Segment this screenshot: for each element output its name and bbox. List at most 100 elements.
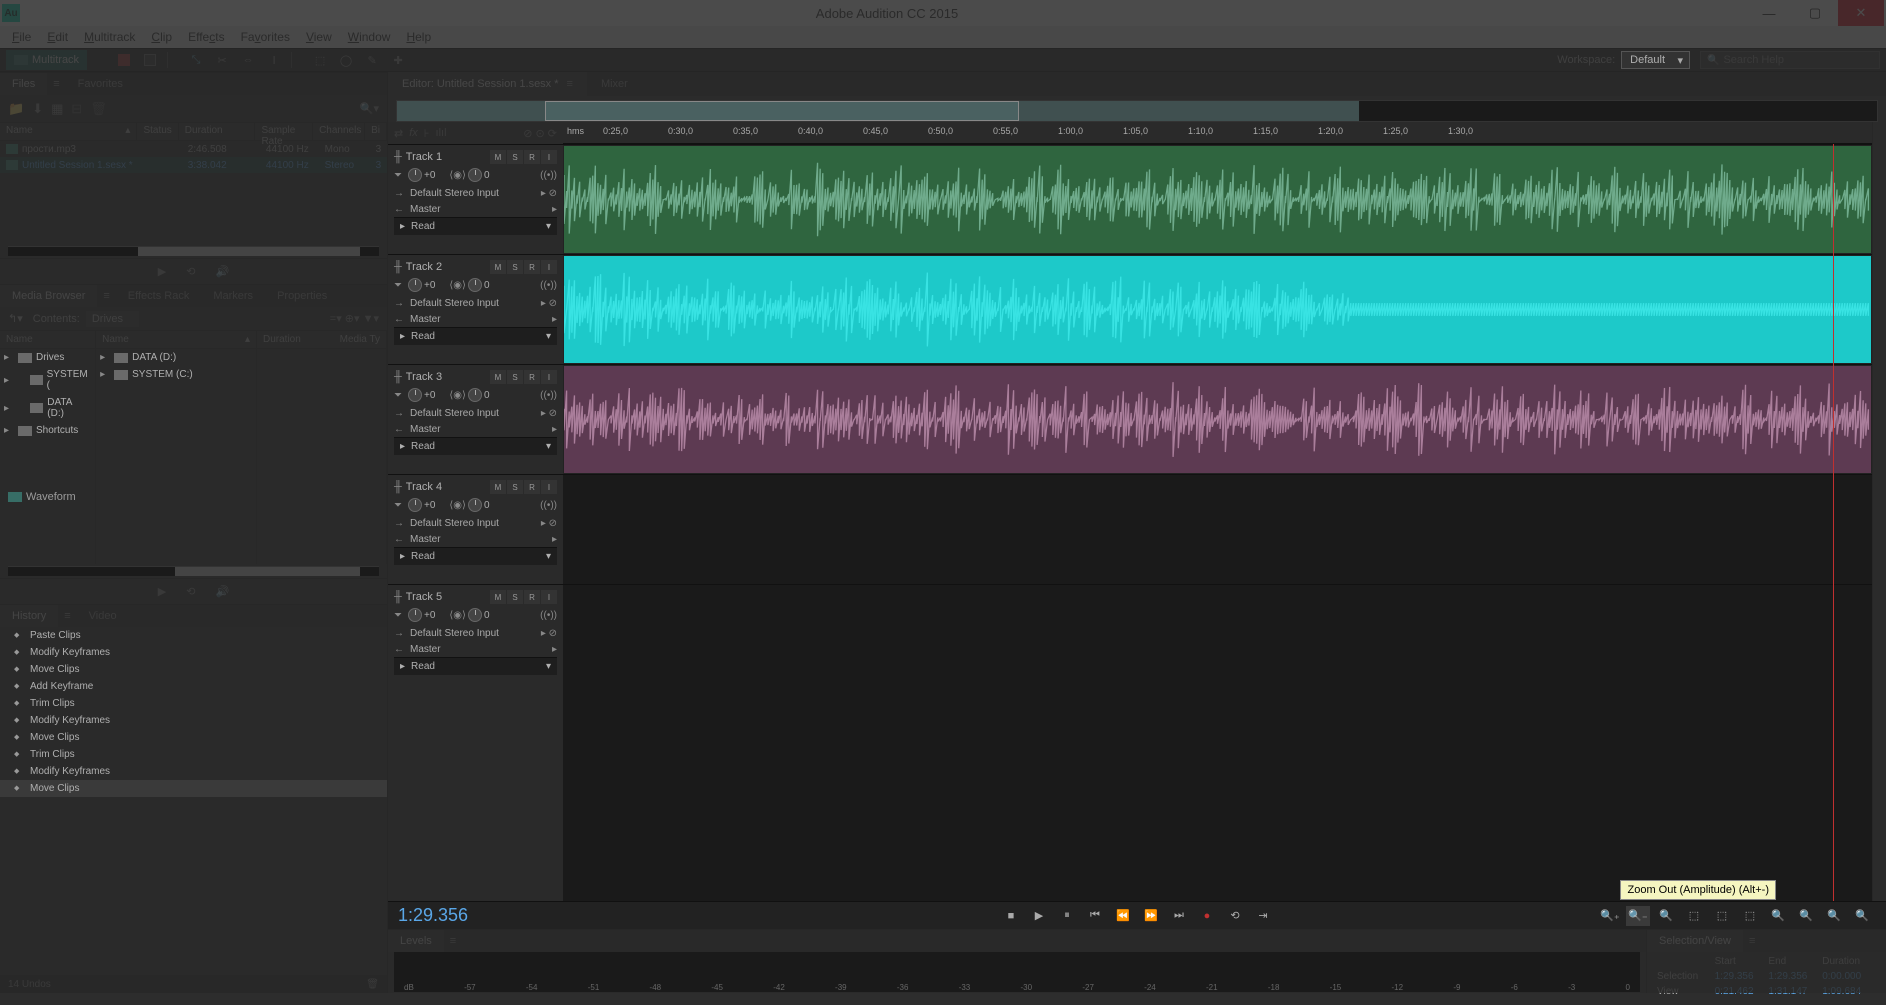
zoom-in-time-icon[interactable]: 🔍₊ [1598,906,1622,926]
history-item[interactable]: Modify Keyframes [0,712,387,729]
zoom-out-amp-icon[interactable]: 🔍 [1850,906,1874,926]
zoom-out-sel-icon[interactable]: ⬚ [1738,906,1762,926]
pan-knob[interactable] [468,608,482,622]
pan-knob[interactable] [468,168,482,182]
history-item[interactable]: Move Clips [0,729,387,746]
mute-button[interactable]: M [490,260,506,274]
drive-icon [114,353,128,363]
shortcuts-node[interactable]: Shortcuts [0,422,95,439]
track-lane[interactable] [563,144,1872,254]
history-item[interactable]: Add Keyframe [0,678,387,695]
mute-button[interactable]: M [490,370,506,384]
drive-icon [30,375,43,385]
goto-end-button[interactable]: ⏭ [1167,906,1191,926]
history-item[interactable]: Move Clips [0,780,387,797]
pause-button[interactable]: ⏸ [1055,906,1079,926]
zoom-selection-icon[interactable]: ⬚ [1682,906,1706,926]
gain-knob[interactable] [408,388,422,402]
track-lane[interactable] [563,584,1872,694]
track-header[interactable]: ╫Track 2 MSRI ⏷+0 ⟨◉⟩0 ((•)) →Default St… [388,254,563,364]
audio-clip[interactable] [563,365,1872,474]
monitor-button[interactable]: I [541,150,557,164]
drive-node[interactable]: SYSTEM ( [0,366,95,394]
arm-button[interactable]: R [524,590,540,604]
history-item[interactable]: Trim Clips [0,746,387,763]
history-item[interactable]: Move Clips [0,661,387,678]
automation-mode[interactable]: ▸Read▾ [394,547,557,565]
history-item[interactable]: Trim Clips [0,695,387,712]
loop-button[interactable]: ⟲ [1223,906,1247,926]
zoom-out-vert-icon[interactable]: 🔍 [1794,906,1818,926]
play-button[interactable]: ▶ [1027,906,1051,926]
shortcuts-icon [18,426,32,436]
monitor-button[interactable]: I [541,590,557,604]
stop-button[interactable]: ■ [999,906,1023,926]
drives-node[interactable]: Drives [0,349,95,366]
history-item[interactable]: Modify Keyframes [0,644,387,661]
pan-knob[interactable] [468,278,482,292]
drives-icon [18,353,32,363]
audio-clip[interactable] [563,255,1872,364]
time-ruler[interactable]: hms 0:25,00:30,00:35,00:40,00:45,00:50,0… [563,122,1872,144]
track-header[interactable]: ╫Track 1 MSRI ⏷+0 ⟨◉⟩0 ((•)) →Default St… [388,144,563,254]
forward-button[interactable]: ⏩ [1139,906,1163,926]
mute-button[interactable]: M [490,480,506,494]
workspace-dropdown[interactable]: Default [1621,51,1690,69]
history-item[interactable]: Modify Keyframes [0,763,387,780]
track-header[interactable]: ╫Track 4 MSRI ⏷+0 ⟨◉⟩0 ((•)) →Default St… [388,474,563,584]
mute-button[interactable]: M [490,150,506,164]
audio-clip[interactable] [563,145,1872,254]
timecode-display[interactable]: 1:29.356 [398,905,468,926]
history-item[interactable]: Paste Clips [0,627,387,644]
solo-button[interactable]: S [507,150,523,164]
drive-icon [30,403,43,413]
record-button[interactable]: ● [1195,906,1219,926]
track-lane[interactable] [563,254,1872,364]
zoom-reset-icon[interactable]: 🔍 [1654,906,1678,926]
arm-button[interactable]: R [524,370,540,384]
goto-start-button[interactable]: ⏮ [1083,906,1107,926]
pan-knob[interactable] [468,498,482,512]
playhead[interactable] [1833,144,1834,901]
track-lane[interactable] [563,474,1872,584]
mute-button[interactable]: M [490,590,506,604]
automation-mode[interactable]: ▸Read▾ [394,437,557,455]
transport-bar: 1:29.356 ■ ▶ ⏸ ⏮ ⏪ ⏩ ⏭ ● ⟲ ⇥ 🔍₊ 🔍₋ 🔍 ⬚ ⬚… [388,901,1886,929]
automation-mode[interactable]: ▸Read▾ [394,657,557,675]
drive-item[interactable]: DATA (D:) [96,349,256,366]
tooltip: Zoom Out (Amplitude) (Alt+-) [1620,880,1776,900]
rewind-button[interactable]: ⏪ [1111,906,1135,926]
pan-knob[interactable] [468,388,482,402]
solo-button[interactable]: S [507,480,523,494]
zoom-in-vert-icon[interactable]: 🔍 [1766,906,1790,926]
monitor-button[interactable]: I [541,260,557,274]
drive-node[interactable]: DATA (D:) [0,394,95,422]
automation-mode[interactable]: ▸Read▾ [394,327,557,345]
media-scrollbar[interactable] [8,566,379,576]
arm-button[interactable]: R [524,260,540,274]
zoom-out-time-icon[interactable]: 🔍₋ [1626,906,1650,926]
gain-knob[interactable] [408,278,422,292]
skip-selection-button[interactable]: ⇥ [1251,906,1275,926]
levels-meter: dB-57-54-51-48-45-42-39-36-33-30-27-24-2… [394,952,1640,992]
drive-item[interactable]: SYSTEM (C:) [96,366,256,383]
overview-navigator[interactable]: 🔍 [396,100,1878,122]
track-lane[interactable] [563,364,1872,474]
solo-button[interactable]: S [507,370,523,384]
zoom-in-sel-icon[interactable]: ⬚ [1710,906,1734,926]
drive-icon [114,370,128,380]
automation-mode[interactable]: ▸Read▾ [394,217,557,235]
monitor-button[interactable]: I [541,480,557,494]
track-header[interactable]: ╫Track 5 MSRI ⏷+0 ⟨◉⟩0 ((•)) →Default St… [388,584,563,694]
track-header[interactable]: ╫Track 3 MSRI ⏷+0 ⟨◉⟩0 ((•)) →Default St… [388,364,563,474]
monitor-button[interactable]: I [541,370,557,384]
gain-knob[interactable] [408,608,422,622]
arm-button[interactable]: R [524,480,540,494]
files-scrollbar[interactable] [8,246,379,256]
zoom-in-amp-icon[interactable]: 🔍 [1822,906,1846,926]
solo-button[interactable]: S [507,590,523,604]
gain-knob[interactable] [408,168,422,182]
gain-knob[interactable] [408,498,422,512]
arm-button[interactable]: R [524,150,540,164]
solo-button[interactable]: S [507,260,523,274]
